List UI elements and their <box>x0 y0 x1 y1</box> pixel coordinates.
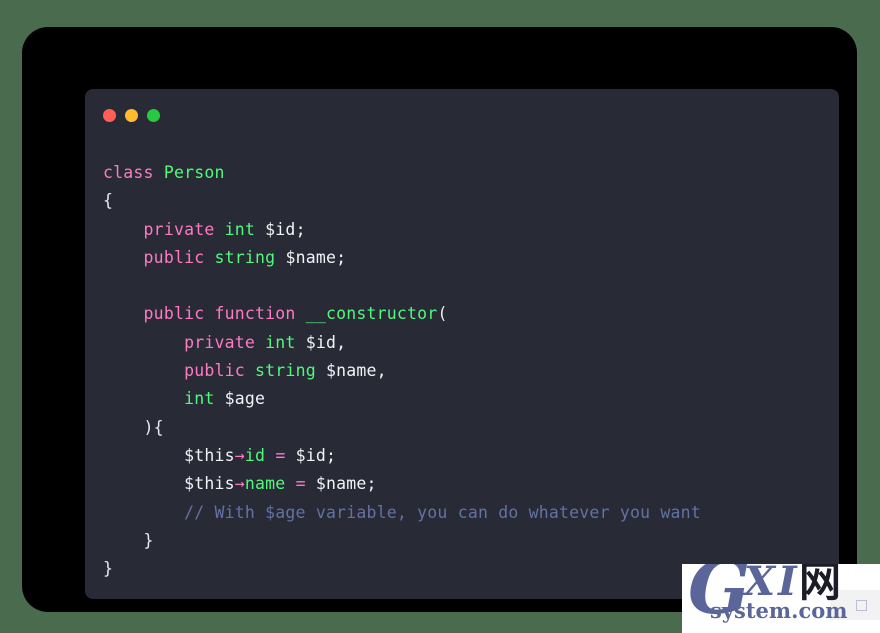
close-button[interactable] <box>103 108 116 122</box>
maximize-button[interactable] <box>147 108 160 122</box>
watermark-logo: G XI 网 system.com <box>682 564 880 633</box>
code-line: public string $name; <box>143 247 347 267</box>
page-canvas: class Person { private int $id; public s… <box>0 0 880 633</box>
device-frame: class Person { private int $id; public s… <box>22 27 857 612</box>
watermark-corner-icon <box>856 600 867 611</box>
window-titlebar <box>85 89 839 141</box>
code-line: class Person <box>103 163 225 182</box>
code-line: private int $id; <box>143 219 306 239</box>
code-line: // With $age variable, you can do whatev… <box>184 502 701 522</box>
watermark-domain: system.com <box>710 598 848 623</box>
code-content[interactable]: class Person { private int $id; public s… <box>85 141 839 599</box>
code-line: public function __constructor( <box>143 304 448 324</box>
code-line: private int $id, <box>184 332 347 352</box>
code-editor-window: class Person { private int $id; public s… <box>85 89 839 599</box>
code-line: } <box>143 530 154 550</box>
code-line: public string $name, <box>184 361 387 381</box>
watermark-letters-xi: XI <box>744 564 800 605</box>
watermark: G XI 网 system.com <box>682 564 880 633</box>
code-line: int $age <box>184 389 266 409</box>
code-line: $this→id = $id; <box>103 445 337 465</box>
code-line: { <box>103 191 114 211</box>
minimize-button[interactable] <box>125 108 138 122</box>
code-line: $this→name = $name; <box>103 474 377 494</box>
code-line: ){ <box>143 417 164 437</box>
